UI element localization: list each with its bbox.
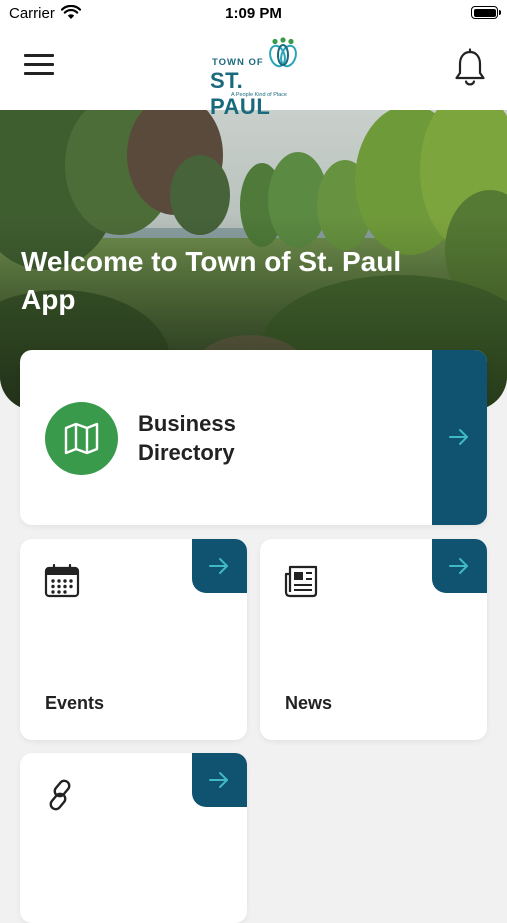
hero-title: Welcome to Town of St. Paul App bbox=[21, 246, 402, 315]
bell-icon bbox=[455, 48, 485, 86]
business-directory-icon-circle bbox=[45, 402, 118, 475]
news-label: News bbox=[285, 693, 333, 713]
logo-mark-icon bbox=[269, 37, 297, 68]
map-icon bbox=[64, 422, 99, 455]
logo-town-of: TOWN OF bbox=[212, 57, 264, 68]
menu-icon-bar bbox=[24, 72, 54, 75]
app-header: TOWN OF ST. PAUL A People Kind of Place bbox=[0, 30, 507, 119]
menu-button[interactable] bbox=[24, 54, 56, 84]
notifications-button[interactable] bbox=[452, 48, 488, 88]
status-bar: Carrier 1:09 PM bbox=[0, 0, 507, 30]
business-directory-label: Business Directory bbox=[138, 411, 236, 465]
menu-icon-bar bbox=[24, 63, 54, 66]
events-card[interactable]: Events bbox=[20, 539, 247, 740]
status-time: 1:09 PM bbox=[225, 5, 282, 22]
arrow-right-icon bbox=[449, 429, 468, 445]
arrow-right-icon bbox=[209, 558, 228, 574]
menu-icon-bar bbox=[24, 54, 54, 57]
events-go-button[interactable] bbox=[192, 539, 247, 593]
logo-tagline: A People Kind of Place bbox=[231, 92, 287, 98]
business-directory-card[interactable]: Business Directory bbox=[20, 350, 487, 525]
links-go-button[interactable] bbox=[192, 753, 247, 807]
arrow-right-icon bbox=[449, 558, 468, 574]
events-label: Events bbox=[45, 693, 105, 713]
news-go-button[interactable] bbox=[432, 539, 487, 593]
link-icon bbox=[49, 779, 71, 811]
town-logo: TOWN OF ST. PAUL A People Kind of Place bbox=[205, 37, 305, 119]
news-card[interactable]: News bbox=[260, 539, 487, 740]
battery-icon bbox=[471, 6, 501, 19]
arrow-right-icon bbox=[209, 772, 228, 788]
newspaper-icon bbox=[284, 565, 318, 598]
calendar-icon bbox=[44, 564, 80, 598]
links-card[interactable] bbox=[20, 753, 247, 923]
